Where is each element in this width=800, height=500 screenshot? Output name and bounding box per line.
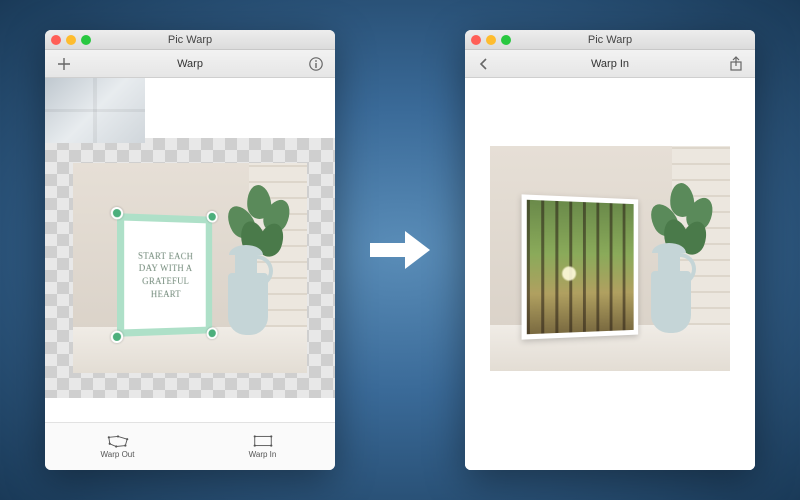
tab-warp-in[interactable]: Warp In: [190, 423, 335, 470]
jug: [220, 240, 275, 335]
arrow-icon: [365, 225, 435, 275]
traffic-lights: [471, 35, 511, 45]
warp-in-icon: [252, 434, 274, 448]
minimize-icon[interactable]: [66, 35, 76, 45]
warp-selection[interactable]: START EACH DAY WITH A GRATEFUL HEART: [117, 213, 212, 337]
add-button[interactable]: [55, 55, 73, 73]
footer-tabs: Warp Out Warp In: [45, 422, 335, 470]
sign-text: START EACH DAY WITH A GRATEFUL HEART: [130, 249, 200, 300]
source-thumbnail[interactable]: [45, 78, 145, 143]
warp-handle-top-right[interactable]: [207, 211, 218, 223]
right-window: Pic Warp Warp In: [465, 30, 755, 470]
tab-warp-out[interactable]: Warp Out: [45, 423, 190, 470]
toolbar-title: Warp In: [465, 58, 755, 70]
framed-sign: START EACH DAY WITH A GRATEFUL HEART: [117, 213, 212, 337]
warp-out-icon: [107, 434, 129, 448]
help-button[interactable]: [307, 55, 325, 73]
plus-icon: [56, 56, 72, 72]
info-icon: [308, 56, 324, 72]
warped-result-frame: [522, 194, 639, 339]
toolbar: Warp: [45, 50, 335, 78]
minimize-icon[interactable]: [486, 35, 496, 45]
close-icon[interactable]: [51, 35, 61, 45]
chevron-left-icon: [476, 56, 492, 72]
back-button[interactable]: [475, 55, 493, 73]
zoom-icon[interactable]: [81, 35, 91, 45]
titlebar[interactable]: Pic Warp: [45, 30, 335, 50]
canvas-area[interactable]: START EACH DAY WITH A GRATEFUL HEART: [45, 78, 335, 422]
share-button[interactable]: [727, 55, 745, 73]
tab-warp-in-label: Warp In: [249, 450, 277, 459]
warp-handle-top-left[interactable]: [111, 207, 123, 220]
traffic-lights: [51, 35, 91, 45]
toolbar-title: Warp: [45, 58, 335, 70]
toolbar: Warp In: [465, 50, 755, 78]
zoom-icon[interactable]: [501, 35, 511, 45]
result-area: [465, 78, 755, 470]
share-icon: [728, 56, 744, 72]
forest-photo: [522, 194, 639, 339]
tab-warp-out-label: Warp Out: [101, 450, 135, 459]
left-window: Pic Warp Warp START EACH DAY WITH A GRAT…: [45, 30, 335, 470]
jug: [643, 238, 698, 333]
editing-image[interactable]: START EACH DAY WITH A GRATEFUL HEART: [73, 163, 307, 373]
close-icon[interactable]: [471, 35, 481, 45]
result-image: [490, 146, 730, 371]
titlebar[interactable]: Pic Warp: [465, 30, 755, 50]
